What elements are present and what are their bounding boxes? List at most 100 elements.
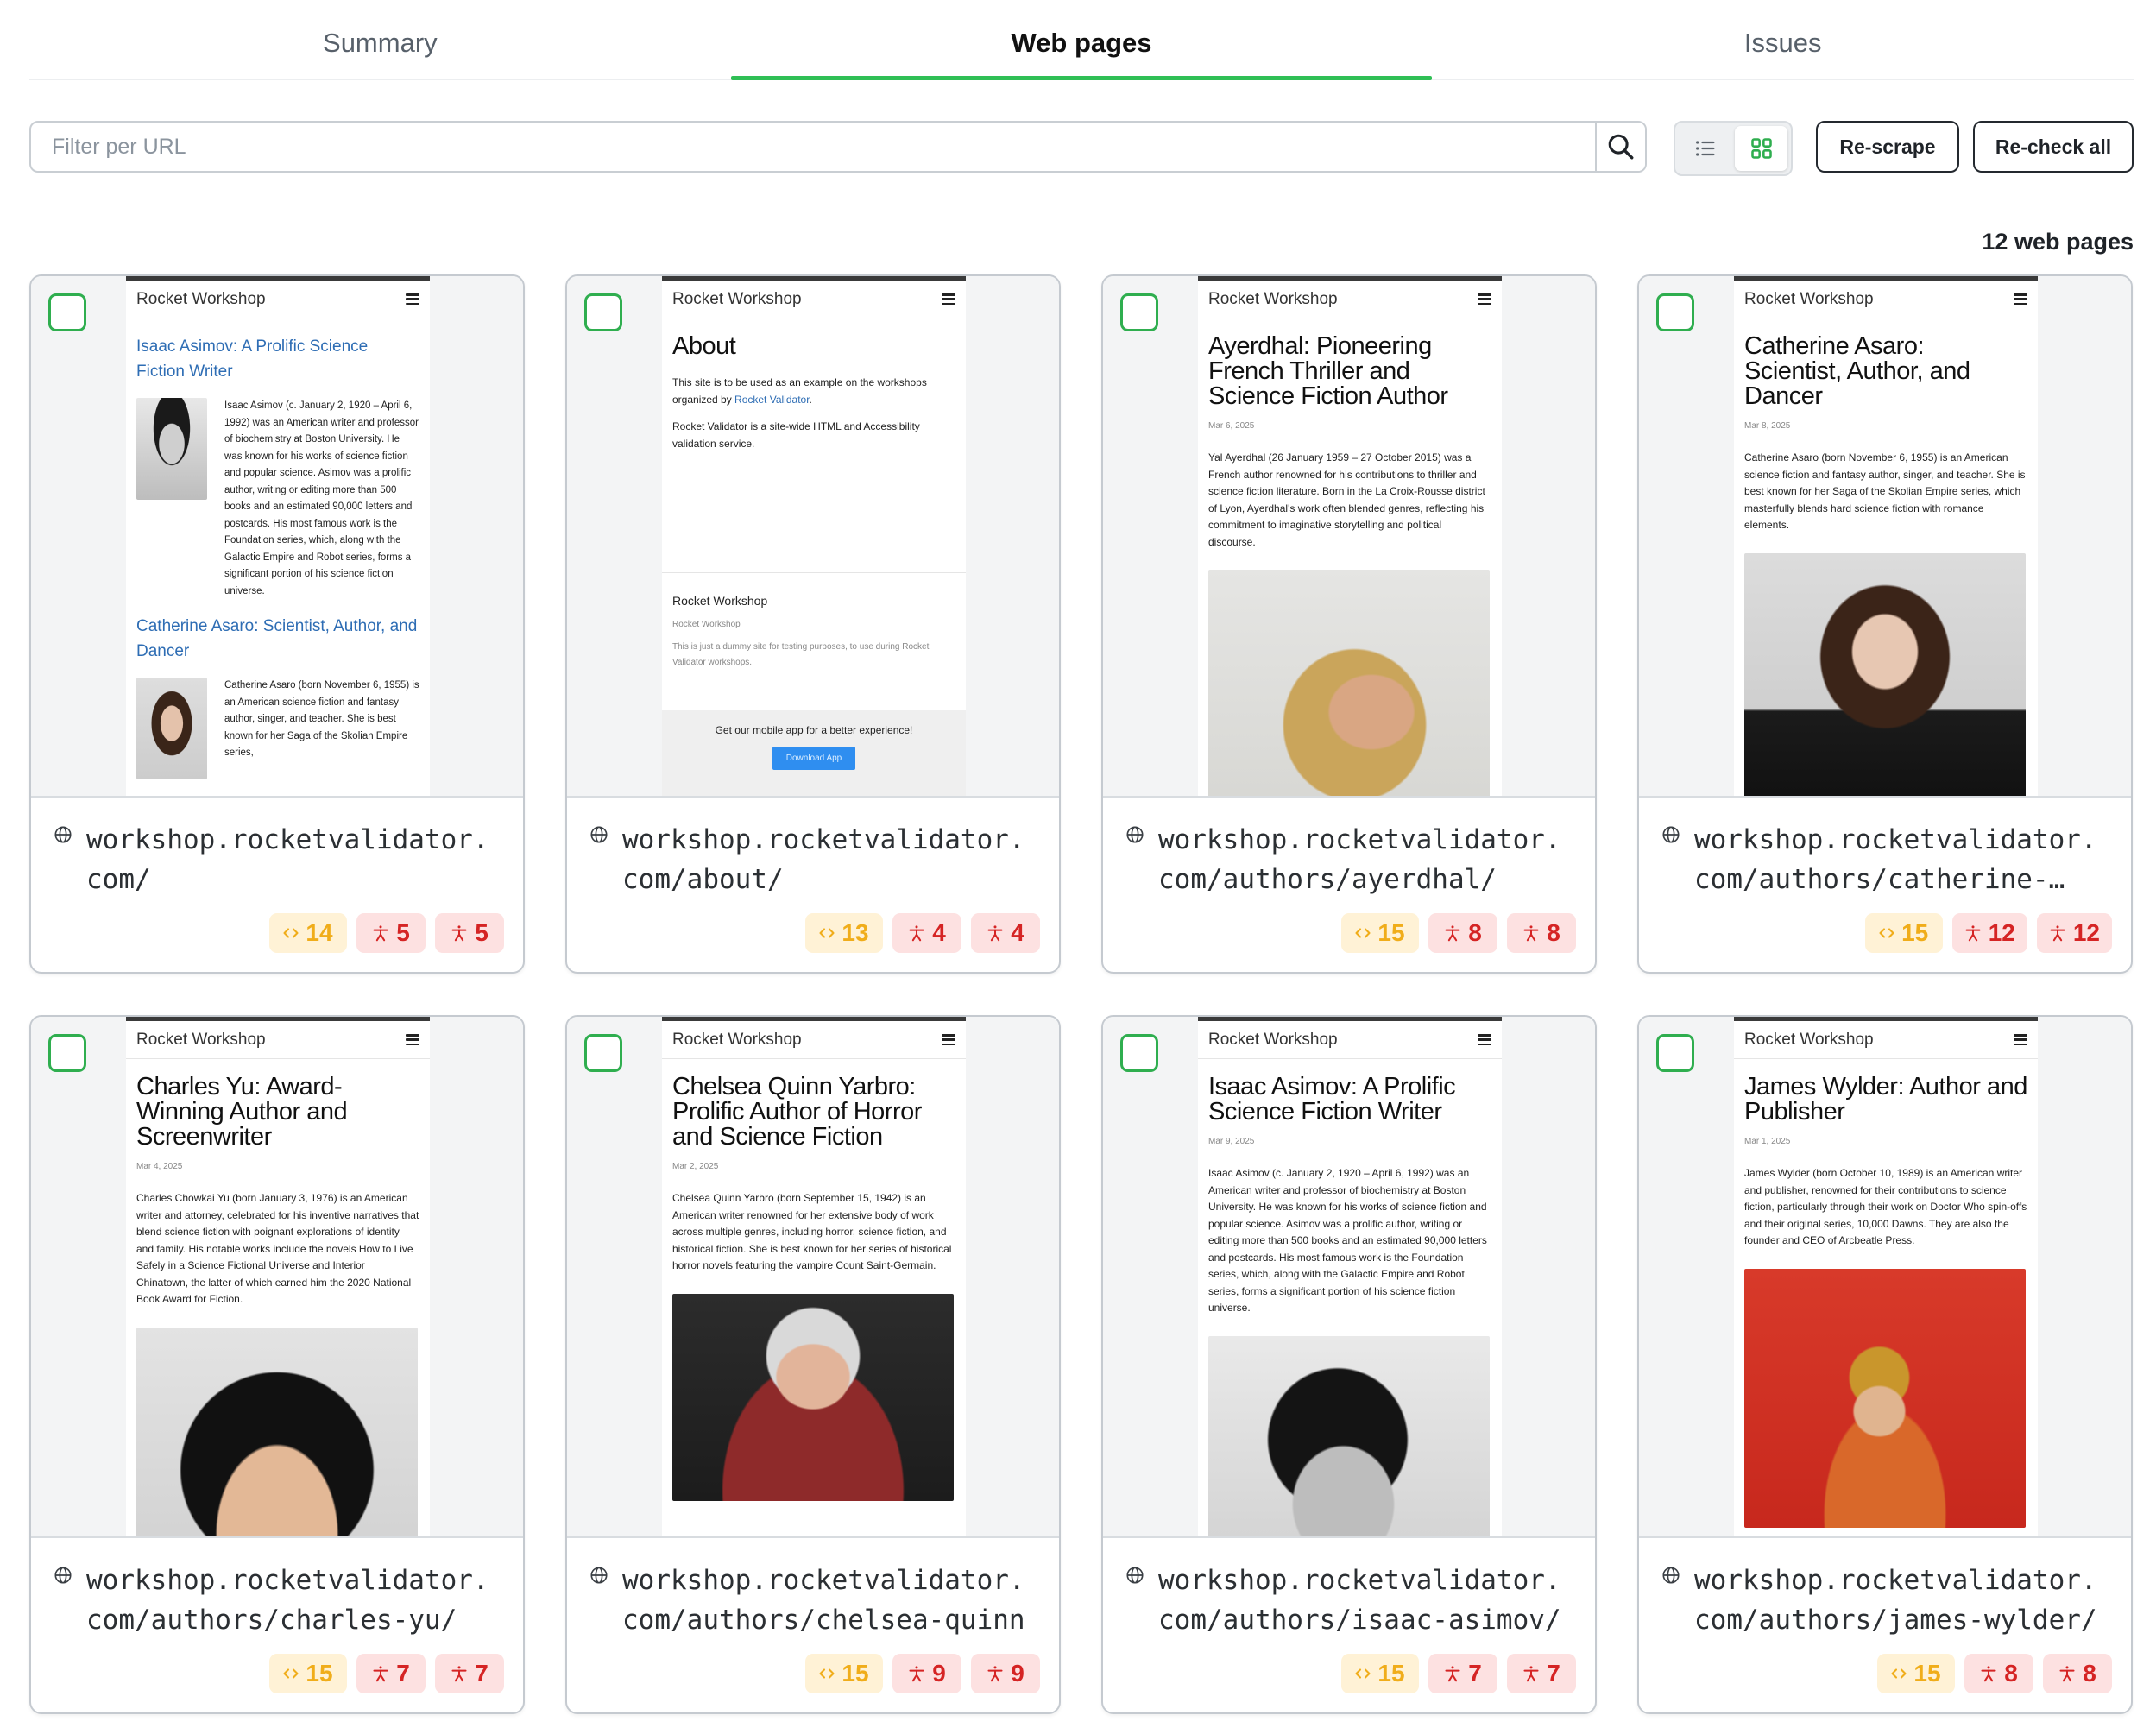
preview-page-title: Ayerdhal: Pioneering French Thriller and…	[1208, 332, 1448, 410]
preview-photo	[136, 678, 207, 779]
toolbar: Re-scrape Re-check all	[29, 121, 2134, 176]
page-url-link[interactable]: workshop.rocketvalidator.com/authors/che…	[622, 1561, 1037, 1640]
hamburger-icon	[2014, 293, 2027, 305]
accessibility-issues-count: 7	[1468, 1660, 1482, 1687]
accessibility-issues-badge[interactable]: 4	[892, 913, 961, 953]
accessibility-issues-badge[interactable]: 8	[1964, 1654, 2033, 1693]
page-preview[interactable]: Rocket Workshop James Wylder: Author and…	[1639, 1017, 2131, 1538]
preview-paragraph: Isaac Asimov (c. January 2, 1920 – April…	[1208, 1167, 1487, 1314]
web-page-card: Rocket Workshop Chelsea Quinn Yarbro: Pr…	[565, 1015, 1061, 1714]
preview-brand: Rocket Workshop	[1208, 289, 1338, 308]
select-checkbox[interactable]	[1120, 1034, 1158, 1072]
preview-navbar: Rocket Workshop	[662, 281, 966, 318]
select-checkbox[interactable]	[1120, 293, 1158, 331]
tab-issues[interactable]: Issues	[1432, 0, 2134, 79]
select-checkbox[interactable]	[1656, 293, 1694, 331]
accessibility-icon	[1981, 1666, 1996, 1682]
preview-paragraph: Chelsea Quinn Yarbro (born September 15,…	[672, 1192, 952, 1271]
accessibility-icon	[1445, 925, 1460, 942]
preview-brand: Rocket Workshop	[1744, 289, 1874, 308]
accessibility-warnings-badge[interactable]: 8	[1507, 913, 1576, 953]
html-issues-badge[interactable]: 15	[1341, 913, 1419, 953]
preview-screenshot: Rocket Workshop Chelsea Quinn Yarbro: Pr…	[662, 1017, 966, 1536]
hamburger-icon	[942, 293, 955, 305]
page-url-link[interactable]: workshop.rocketvalidator.com/authors/aye…	[1158, 820, 1573, 899]
html-issues-badge[interactable]: 15	[1877, 1654, 1955, 1693]
select-checkbox[interactable]	[48, 1034, 86, 1072]
accessibility-issues-badge[interactable]: 7	[1428, 1654, 1497, 1693]
hamburger-icon	[942, 1034, 955, 1045]
preview-app-text: Get our mobile app for a better experien…	[715, 724, 913, 736]
html-issues-count: 15	[1913, 1660, 1941, 1687]
html-issues-count: 15	[1901, 919, 1929, 946]
search-box	[29, 121, 1647, 173]
html-issues-badge[interactable]: 15	[1864, 913, 1943, 953]
globe-icon	[1126, 826, 1144, 843]
page-url-link[interactable]: workshop.rocketvalidator.com/authors/cat…	[1694, 820, 2109, 899]
page-url-link[interactable]: workshop.rocketvalidator.com/about/	[622, 820, 1037, 899]
preview-page-title: Catherine Asaro: Scientist, Author, and …	[1744, 332, 1970, 410]
accessibility-issues-badge[interactable]: 12	[1951, 913, 2027, 953]
accessibility-warnings-badge[interactable]: 9	[971, 1654, 1040, 1693]
preview-paragraph: Catherine Asaro (born November 6, 1955) …	[1744, 451, 2026, 531]
preview-brand: Rocket Workshop	[672, 1030, 802, 1049]
preview-navbar: Rocket Workshop	[662, 1021, 966, 1059]
accessibility-issues-badge[interactable]: 9	[892, 1654, 961, 1693]
grid-view-button[interactable]	[1735, 126, 1787, 171]
web-page-card: Rocket Workshop About This site is to be…	[565, 274, 1061, 974]
preview-page-title: About	[672, 332, 736, 360]
select-checkbox[interactable]	[584, 293, 622, 331]
html-issues-badge[interactable]: 15	[269, 1654, 347, 1693]
select-checkbox[interactable]	[584, 1034, 622, 1072]
select-checkbox[interactable]	[48, 293, 86, 331]
hamburger-icon	[1478, 293, 1491, 305]
page-preview[interactable]: Rocket Workshop Charles Yu: Award-Winnin…	[31, 1017, 523, 1538]
list-view-button[interactable]	[1679, 126, 1731, 171]
page-url-link[interactable]: workshop.rocketvalidator.com/authors/cha…	[86, 1561, 501, 1640]
accessibility-warnings-badge[interactable]: 4	[971, 913, 1040, 953]
accessibility-warnings-count: 8	[2083, 1660, 2096, 1687]
page-preview[interactable]: Rocket Workshop Isaac Asimov: A Prolific…	[1103, 1017, 1595, 1538]
url-filter-input[interactable]	[31, 123, 1597, 171]
page-url-link[interactable]: workshop.rocketvalidator.com/	[86, 820, 501, 899]
preview-paragraph: James Wylder (born October 10, 1989) is …	[1744, 1167, 2027, 1246]
search-button[interactable]	[1595, 123, 1645, 171]
rescrape-button[interactable]: Re-scrape	[1816, 121, 1959, 173]
accessibility-icon	[1965, 925, 1981, 942]
accessibility-warnings-badge[interactable]: 8	[2043, 1654, 2112, 1693]
web-pages-grid: Rocket Workshop Isaac Asimov: A Prolific…	[29, 274, 2134, 1714]
accessibility-issues-badge[interactable]: 7	[356, 1654, 426, 1693]
preview-date: Mar 6, 2025	[1208, 421, 1255, 431]
html-issues-badge[interactable]: 14	[269, 913, 347, 953]
preview-photo	[1208, 1335, 1490, 1536]
page-url-link[interactable]: workshop.rocketvalidator.com/authors/jam…	[1694, 1561, 2109, 1640]
page-preview[interactable]: Rocket Workshop Isaac Asimov: A Prolific…	[31, 276, 523, 798]
page-preview[interactable]: Rocket Workshop Chelsea Quinn Yarbro: Pr…	[567, 1017, 1059, 1538]
accessibility-issues-badge[interactable]: 8	[1428, 913, 1497, 953]
preview-brand: Rocket Workshop	[136, 289, 266, 308]
page-preview[interactable]: Rocket Workshop About This site is to be…	[567, 276, 1059, 798]
html-issues-badge[interactable]: 15	[1341, 1654, 1419, 1693]
html-issues-badge[interactable]: 15	[805, 1654, 883, 1693]
page-url-link[interactable]: workshop.rocketvalidator.com/authors/isa…	[1158, 1561, 1573, 1640]
page-preview[interactable]: Rocket Workshop Catherine Asaro: Scienti…	[1639, 276, 2131, 798]
accessibility-warnings-badge[interactable]: 12	[2036, 913, 2112, 953]
page-preview[interactable]: Rocket Workshop Ayerdhal: Pioneering Fre…	[1103, 276, 1595, 798]
recheck-all-button[interactable]: Re-check all	[1973, 121, 2134, 173]
accessibility-warnings-badge[interactable]: 7	[435, 1654, 504, 1693]
preview-paragraph: Rocket Validator is a site-wide HTML and…	[672, 420, 920, 450]
tab-web-pages[interactable]: Web pages	[730, 0, 1433, 80]
accessibility-issues-badge[interactable]: 5	[356, 913, 426, 953]
accessibility-warnings-badge[interactable]: 7	[1507, 1654, 1576, 1693]
accessibility-icon	[1523, 1666, 1539, 1682]
accessibility-issues-count: 7	[396, 1660, 410, 1687]
html-issues-badge[interactable]: 13	[805, 913, 883, 953]
preview-paragraph: Yal Ayerdhal (26 January 1959 – 27 Octob…	[1208, 451, 1485, 548]
preview-date: Mar 8, 2025	[1744, 421, 1791, 431]
card-footer: workshop.rocketvalidator.com/about/ 13 4…	[567, 798, 1059, 972]
accessibility-warnings-badge[interactable]: 5	[435, 913, 504, 953]
tab-summary[interactable]: Summary	[29, 0, 731, 79]
accessibility-warnings-count: 4	[1011, 919, 1024, 946]
select-checkbox[interactable]	[1656, 1034, 1694, 1072]
preview-date: Mar 1, 2025	[1744, 1137, 1791, 1146]
